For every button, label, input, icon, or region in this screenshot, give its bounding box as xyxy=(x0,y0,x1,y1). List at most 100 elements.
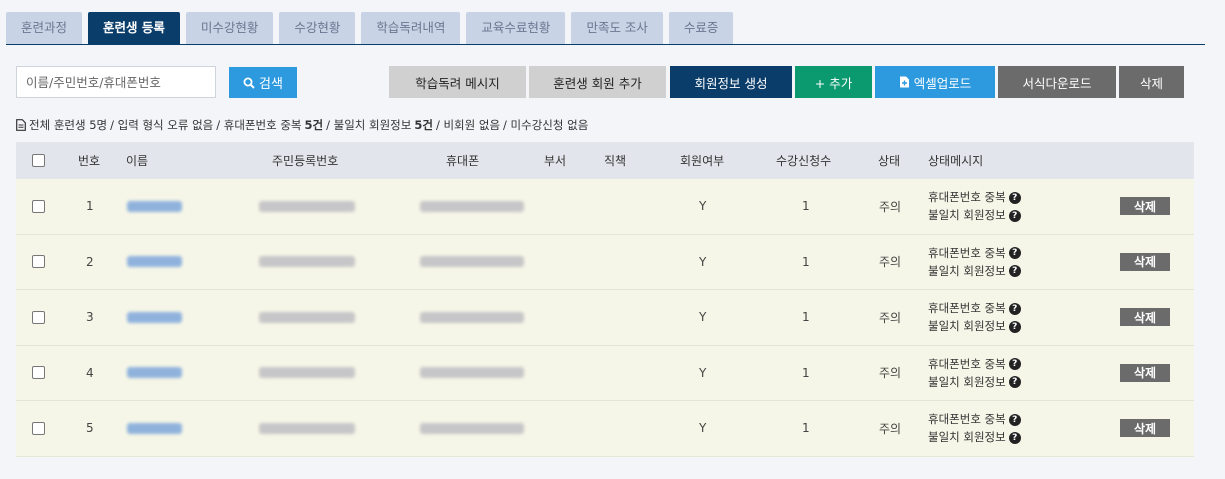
row-checkbox[interactable] xyxy=(32,255,45,269)
table-row: 5 Y 1 주의 휴대폰번호 중복? 불일치 회원정보? 삭제 xyxy=(16,401,1194,457)
document-icon xyxy=(16,119,26,131)
header-ssn: 주민등록번호 xyxy=(272,154,339,168)
status-text: 주의 xyxy=(879,366,902,381)
search-input[interactable] xyxy=(16,66,216,98)
message-mismatch: 불일치 회원정보 xyxy=(928,263,1006,278)
create-member-info-button[interactable]: 회원정보 생성 xyxy=(670,66,792,98)
message-phone-dup: 휴대폰번호 중복 xyxy=(928,190,1006,205)
header-number: 번호 xyxy=(78,154,101,168)
row-delete-button[interactable]: 삭제 xyxy=(1120,197,1170,216)
question-icon[interactable]: ? xyxy=(1008,247,1021,260)
enroll-count: 1 xyxy=(802,421,810,436)
member-flag: Y xyxy=(699,421,707,436)
question-icon[interactable]: ? xyxy=(1008,431,1021,444)
message-mismatch: 불일치 회원정보 xyxy=(928,208,1006,223)
message-phone-dup: 휴대폰번호 중복 xyxy=(928,412,1006,427)
message-phone-dup: 휴대폰번호 중복 xyxy=(928,301,1006,316)
question-icon[interactable]: ? xyxy=(1008,209,1021,222)
question-icon[interactable]: ? xyxy=(1008,320,1021,333)
tab-attendance[interactable]: 수강현황 xyxy=(279,12,356,44)
row-number: 2 xyxy=(86,254,94,269)
row-delete-button[interactable]: 삭제 xyxy=(1120,363,1170,382)
member-flag: Y xyxy=(699,254,707,269)
member-flag: Y xyxy=(699,365,707,380)
question-icon[interactable]: ? xyxy=(1008,358,1021,371)
summary-phone-dup-count: 5건 xyxy=(304,118,324,132)
tab-satisfaction[interactable]: 만족도 조사 xyxy=(571,12,663,44)
message-mismatch: 불일치 회원정보 xyxy=(928,319,1006,334)
message-phone-dup: 휴대폰번호 중복 xyxy=(928,245,1006,260)
tab-trainee-register[interactable]: 훈련생 등록 xyxy=(88,12,180,44)
status-message: 휴대폰번호 중복? 불일치 회원정보? xyxy=(928,410,1021,446)
add-button[interactable]: + 추가 xyxy=(795,66,872,98)
tab-not-attended[interactable]: 미수강현황 xyxy=(185,12,274,44)
member-flag: Y xyxy=(699,199,707,214)
tab-completion[interactable]: 교육수료현황 xyxy=(466,12,566,44)
table-row: 4 Y 1 주의 휴대폰번호 중복? 불일치 회원정보? 삭제 xyxy=(16,345,1194,401)
status-message: 휴대폰번호 중복? 불일치 회원정보? xyxy=(928,299,1021,335)
question-icon[interactable]: ? xyxy=(1008,376,1021,389)
tab-bar: 훈련과정 훈련생 등록 미수강현황 수강현황 학습독려내역 교육수료현황 만족도… xyxy=(6,12,734,44)
delete-label: 삭제 xyxy=(1139,75,1163,91)
summary-mismatch: / 불일치 회원정보 xyxy=(326,118,412,132)
status-text: 주의 xyxy=(879,310,902,325)
redacted-ssn xyxy=(259,367,355,379)
summary-line: 전체 훈련생 5명 / 입력 형식 오류 없음 / 휴대폰번호 중복 5건 / … xyxy=(16,117,588,133)
add-label: + 추가 xyxy=(814,75,853,91)
enroll-count: 1 xyxy=(802,254,810,269)
status-text: 주의 xyxy=(879,199,902,214)
enroll-count: 1 xyxy=(802,310,810,325)
search-button[interactable]: 검색 xyxy=(229,67,297,98)
header-status: 상태 xyxy=(878,154,901,168)
member-flag: Y xyxy=(699,310,707,325)
row-delete-button[interactable]: 삭제 xyxy=(1120,308,1170,327)
row-checkbox[interactable] xyxy=(32,421,45,435)
header-position: 직책 xyxy=(604,154,627,168)
download-form-label: 서식다운로드 xyxy=(1022,75,1092,91)
tab-course[interactable]: 훈련과정 xyxy=(6,12,83,44)
status-text: 주의 xyxy=(879,421,902,436)
redacted-ssn xyxy=(259,200,355,212)
redacted-phone xyxy=(420,422,524,434)
summary-total: 전체 훈련생 5명 xyxy=(29,118,108,132)
question-icon[interactable]: ? xyxy=(1008,413,1021,426)
row-checkbox[interactable] xyxy=(32,199,45,213)
row-delete-button[interactable]: 삭제 xyxy=(1120,252,1170,271)
row-checkbox[interactable] xyxy=(32,366,45,380)
excel-upload-button[interactable]: 엑셀업로드 xyxy=(875,66,995,98)
add-trainee-member-button[interactable]: 훈련생 회원 추가 xyxy=(529,66,666,98)
download-form-button[interactable]: 서식다운로드 xyxy=(998,66,1116,98)
row-number: 3 xyxy=(86,310,94,325)
redacted-phone xyxy=(420,256,524,268)
redacted-phone xyxy=(420,200,524,212)
row-delete-button[interactable]: 삭제 xyxy=(1120,419,1170,438)
table-row: 3 Y 1 주의 휴대폰번호 중복? 불일치 회원정보? 삭제 xyxy=(16,290,1194,346)
select-all-checkbox[interactable] xyxy=(32,154,45,167)
message-mismatch: 불일치 회원정보 xyxy=(928,374,1006,389)
question-icon[interactable]: ? xyxy=(1008,302,1021,315)
question-icon[interactable]: ? xyxy=(1008,191,1021,204)
tab-certificate[interactable]: 수료증 xyxy=(668,12,734,44)
redacted-ssn xyxy=(259,311,355,323)
question-icon[interactable]: ? xyxy=(1008,265,1021,278)
delete-button[interactable]: 삭제 xyxy=(1119,66,1184,98)
row-number: 5 xyxy=(86,421,94,436)
message-phone-dup: 휴대폰번호 중복 xyxy=(928,356,1006,371)
header-department: 부서 xyxy=(544,154,567,168)
table-row: 1 Y 1 주의 휴대폰번호 중복? 불일치 회원정보? 삭제 xyxy=(16,179,1194,235)
redacted-name xyxy=(127,367,182,379)
status-message: 휴대폰번호 중복? 불일치 회원정보? xyxy=(928,355,1021,391)
header-name: 이름 xyxy=(126,154,149,168)
tab-underline xyxy=(6,44,1205,45)
header-phone: 휴대폰 xyxy=(446,154,480,168)
tab-encourage-history[interactable]: 학습독려내역 xyxy=(361,12,461,44)
summary-no-enroll: / 미수강신청 없음 xyxy=(503,118,589,132)
encourage-message-button[interactable]: 학습독려 메시지 xyxy=(389,66,526,98)
search-icon xyxy=(243,77,255,89)
redacted-name xyxy=(127,422,182,434)
redacted-ssn xyxy=(259,256,355,268)
row-checkbox[interactable] xyxy=(32,310,45,324)
table-row: 2 Y 1 주의 휴대폰번호 중복? 불일치 회원정보? 삭제 xyxy=(16,234,1194,290)
enroll-count: 1 xyxy=(802,365,810,380)
redacted-phone xyxy=(420,311,524,323)
